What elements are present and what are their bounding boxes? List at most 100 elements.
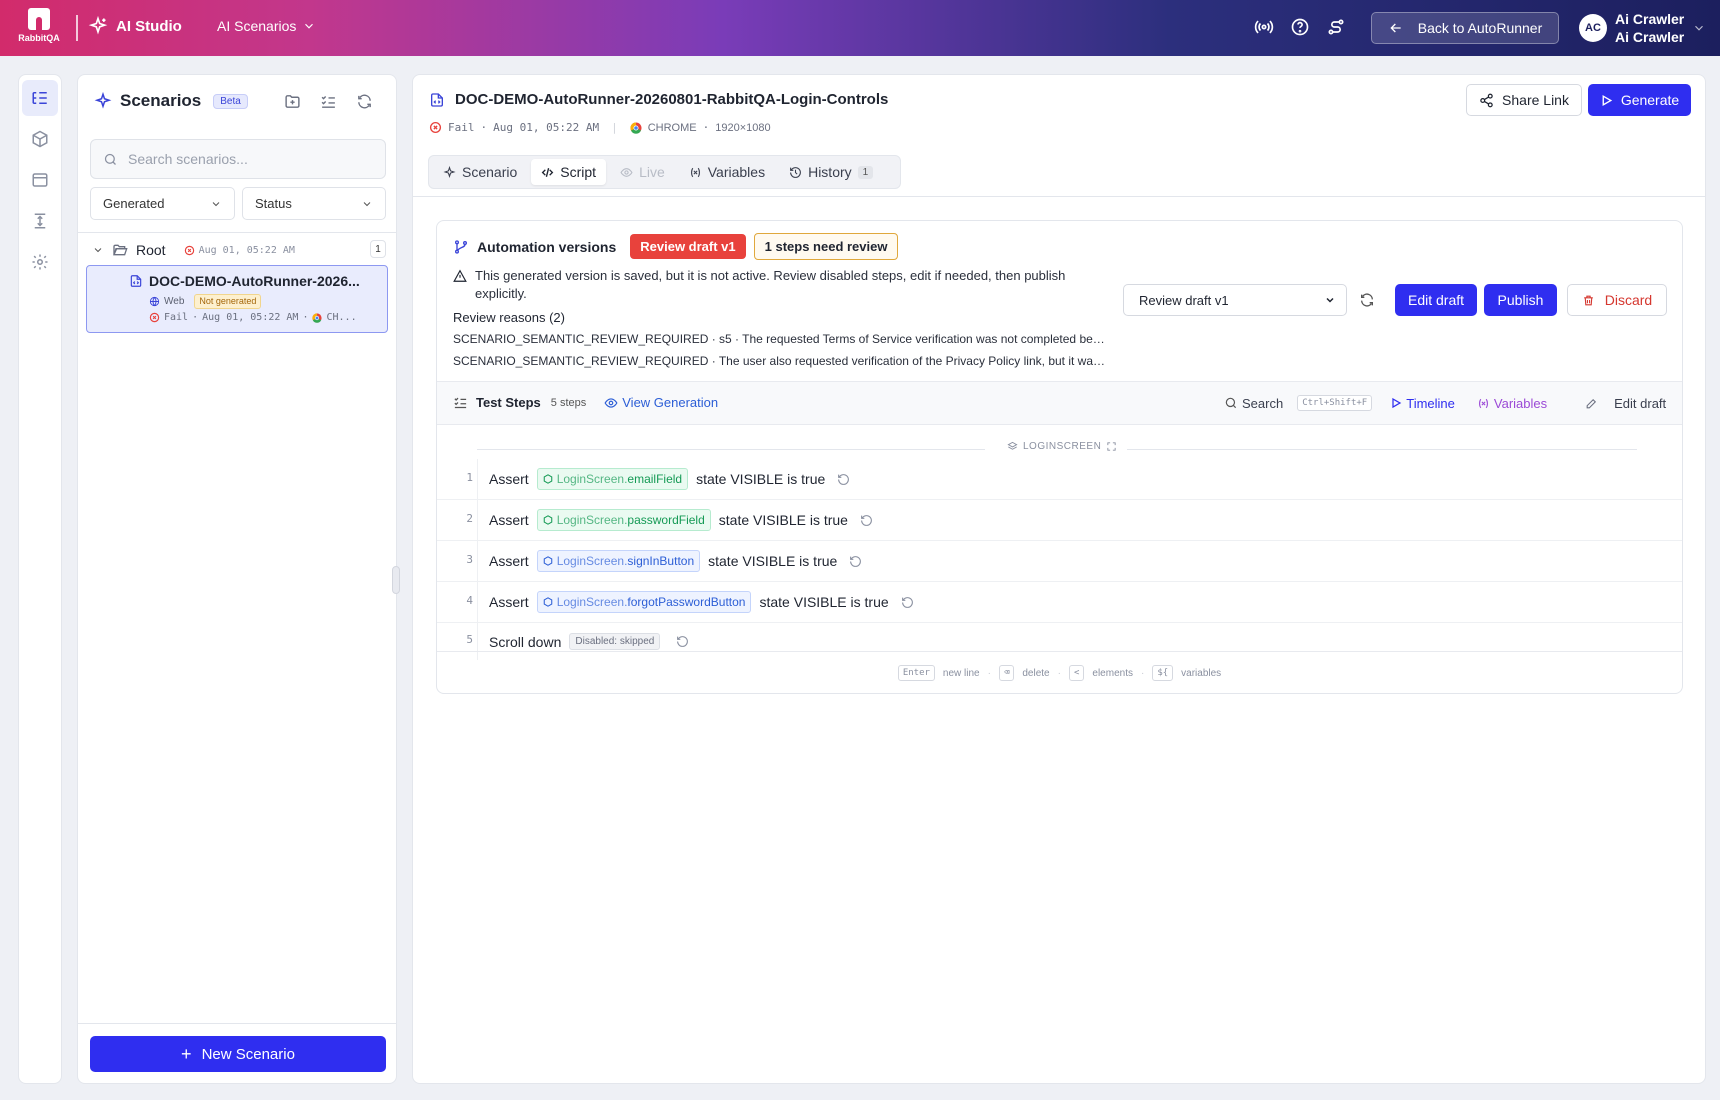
scenario-title-row: DOC-DEMO-AutoRunner-20260801-RabbitQA-Lo… xyxy=(429,91,888,108)
chip-screen: LoginScreen. xyxy=(556,472,628,486)
screen-section-header: LOGINSCREEN xyxy=(437,441,1682,457)
automation-card: Automation versions Review draft v1 1 st… xyxy=(436,220,1683,694)
separator-dot: · xyxy=(1140,667,1145,679)
ai-scenarios-dropdown[interactable]: AI Scenarios xyxy=(217,18,316,34)
step-row[interactable]: 1 Assert LoginScreen.emailField state VI… xyxy=(437,459,1682,500)
root-folder[interactable]: Root Aug 01, 05:22 AM 1 xyxy=(92,238,386,262)
step-assertion: state VISIBLE is true xyxy=(718,512,848,528)
reset-icon[interactable] xyxy=(676,635,689,648)
sparkle-icon xyxy=(443,165,456,178)
expand-icon[interactable] xyxy=(1106,441,1117,452)
search-steps-button[interactable]: Search xyxy=(1242,396,1283,411)
step-body: Scroll down Disabled: skipped xyxy=(489,633,689,650)
ai-studio-brand[interactable]: AI Studio xyxy=(88,16,182,36)
route-icon[interactable] xyxy=(1326,17,1346,37)
run-status: Fail xyxy=(448,121,475,134)
hint-key: ⌫ xyxy=(998,665,1015,681)
rail-screens[interactable] xyxy=(22,162,58,198)
rail-align[interactable] xyxy=(22,203,58,239)
version-select[interactable]: Review draft v1 xyxy=(1123,284,1347,316)
step-body: Assert LoginScreen.forgotPasswordButton … xyxy=(489,591,914,613)
user-menu[interactable]: AC Ai Crawler Ai Crawler xyxy=(1579,10,1706,46)
history-count: 1 xyxy=(857,165,874,179)
gutter xyxy=(477,459,478,499)
scenarios-panel: Scenarios Beta Generated Status Root Aug… xyxy=(77,74,397,1084)
step-number: 4 xyxy=(466,594,473,607)
refresh-icon[interactable] xyxy=(1359,292,1375,308)
chip-element: forgotPasswordButton xyxy=(627,595,746,609)
step-row[interactable]: 2 Assert LoginScreen.passwordField state… xyxy=(437,500,1682,541)
rail-settings[interactable] xyxy=(22,244,58,280)
separator-dot: · xyxy=(702,121,710,134)
step-number: 5 xyxy=(466,633,473,646)
broadcast-icon[interactable] xyxy=(1254,17,1274,37)
tab-script[interactable]: Script xyxy=(531,159,607,185)
publish-button[interactable]: Publish xyxy=(1484,284,1557,316)
step-row[interactable]: 4 Assert LoginScreen.forgotPasswordButto… xyxy=(437,582,1682,623)
status-filter[interactable]: Status xyxy=(242,187,386,220)
edit-draft-button[interactable]: Edit draft xyxy=(1395,284,1477,316)
divider xyxy=(78,1023,396,1024)
icon-rail xyxy=(18,74,62,1084)
run-browser: CHROME xyxy=(647,121,697,134)
generate-button[interactable]: Generate xyxy=(1588,84,1691,116)
element-chip[interactable]: LoginScreen.passwordField xyxy=(536,509,711,531)
root-label: Root xyxy=(136,242,166,258)
tab-script-label: Script xyxy=(560,164,597,180)
git-branch-icon xyxy=(455,239,467,254)
list-checks-icon[interactable] xyxy=(320,93,337,110)
status-filter-label: Status xyxy=(255,196,292,211)
tab-variables[interactable]: Variables xyxy=(679,159,775,185)
rabbitqa-logo[interactable]: RabbitQA xyxy=(16,8,62,48)
cube-icon xyxy=(543,474,552,484)
user-subtitle: Ai Crawler xyxy=(1615,29,1685,45)
search-shortcut: Ctrl+Shift+F xyxy=(1297,395,1373,411)
warning-text: This generated version is saved, but it … xyxy=(475,268,1066,301)
test-steps-actions: Search Ctrl+Shift+F Timeline Variables E… xyxy=(1224,395,1666,411)
step-number: 3 xyxy=(466,553,473,566)
chip-element: emailField xyxy=(627,472,683,486)
code-file-icon xyxy=(431,92,443,107)
panel-resize-handle[interactable] xyxy=(392,566,400,594)
refresh-icon[interactable] xyxy=(356,93,373,110)
reset-icon[interactable] xyxy=(860,514,873,527)
help-icon[interactable] xyxy=(1290,17,1310,37)
folder-plus-icon[interactable] xyxy=(284,93,301,110)
scenario-platform-row: Web Not generated xyxy=(149,294,262,309)
back-to-autorunner-button[interactable]: Back to AutoRunner xyxy=(1371,12,1559,44)
reset-icon[interactable] xyxy=(901,596,914,609)
play-icon xyxy=(1392,397,1402,409)
view-generation-link[interactable]: View Generation xyxy=(622,395,718,410)
timeline-button[interactable]: Timeline xyxy=(1406,396,1455,411)
reset-icon[interactable] xyxy=(849,555,862,568)
discard-button[interactable]: Discard xyxy=(1567,284,1667,316)
version-select-value: Review draft v1 xyxy=(1139,292,1229,308)
element-chip[interactable]: LoginScreen.emailField xyxy=(536,468,689,490)
tab-live[interactable]: Live xyxy=(610,159,675,185)
list-checks-icon xyxy=(454,397,467,409)
element-chip[interactable]: LoginScreen.signInButton xyxy=(536,550,701,572)
chevron-down-icon[interactable] xyxy=(92,244,104,256)
generated-filter[interactable]: Generated xyxy=(90,187,235,220)
step-assertion: state VISIBLE is true xyxy=(708,553,838,569)
search-input[interactable] xyxy=(128,151,368,167)
cube-icon xyxy=(543,597,552,607)
align-vertical-icon xyxy=(34,213,46,229)
new-scenario-button[interactable]: + New Scenario xyxy=(90,1036,386,1072)
rail-scenarios[interactable] xyxy=(22,80,58,116)
variable-icon xyxy=(1478,398,1488,408)
share-link-button[interactable]: Share Link xyxy=(1466,84,1582,116)
tab-history-label: History xyxy=(808,164,852,180)
hint-label: delete xyxy=(1022,667,1050,679)
scenario-item[interactable]: DOC-DEMO-AutoRunner-2026... Web Not gene… xyxy=(86,265,388,333)
reset-icon[interactable] xyxy=(837,473,850,486)
edit-draft-link[interactable]: Edit draft xyxy=(1614,396,1666,411)
rail-elements[interactable] xyxy=(22,121,58,157)
tab-scenario[interactable]: Scenario xyxy=(433,159,527,185)
step-row[interactable]: 3 Assert LoginScreen.signInButton state … xyxy=(437,541,1682,582)
tab-history[interactable]: History 1 xyxy=(779,159,883,185)
automation-title: Automation versions xyxy=(477,238,617,255)
element-chip[interactable]: LoginScreen.forgotPasswordButton xyxy=(536,591,752,613)
variables-button[interactable]: Variables xyxy=(1494,396,1547,411)
scenario-search[interactable] xyxy=(90,139,386,179)
